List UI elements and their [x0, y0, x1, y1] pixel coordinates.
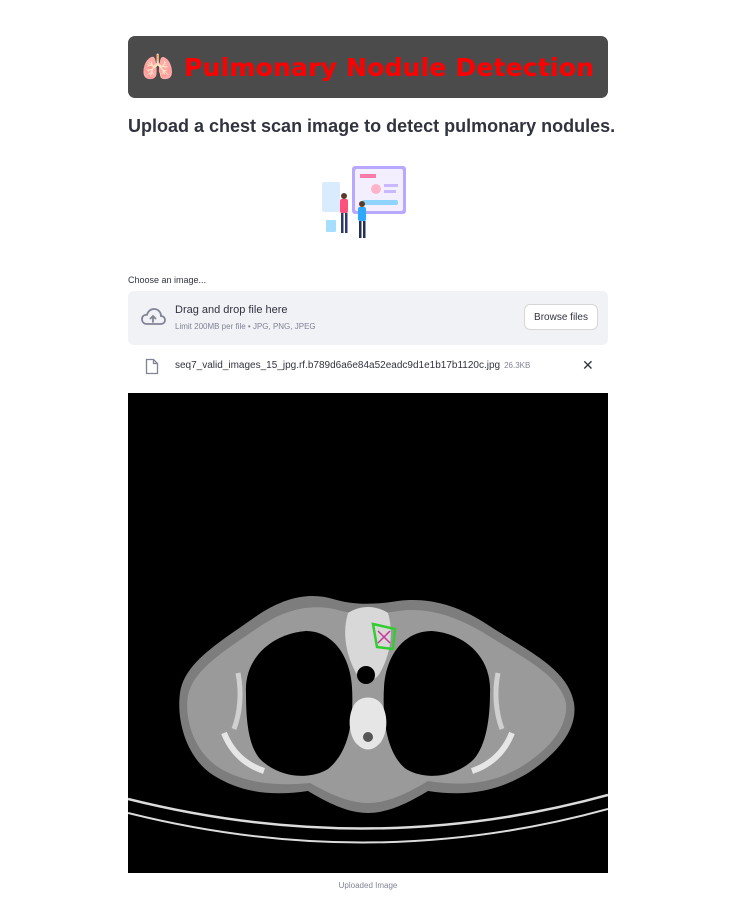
file-dropzone[interactable]: Drag and drop file here Limit 200MB per … — [128, 291, 608, 345]
page-title: Pulmonary Nodule Detection — [184, 52, 595, 82]
file-size: 26.3KB — [504, 361, 531, 370]
image-caption: Uploaded Image — [338, 881, 398, 890]
browse-files-button[interactable]: Browse files — [524, 304, 598, 330]
cloud-upload-icon — [140, 306, 166, 330]
uploaded-file-row: seq7_valid_images_15_jpg.rf.b789d6a6e84a… — [128, 356, 608, 378]
uploaded-file-name: seq7_valid_images_15_jpg.rf.b789d6a6e84a… — [175, 360, 530, 371]
uploader-label: Choose an image... — [128, 275, 207, 285]
dropzone-limit: Limit 200MB per file • JPG, PNG, JPEG — [175, 322, 316, 331]
lungs-icon: 🫁 — [141, 52, 175, 82]
doctors-illustration — [318, 160, 418, 242]
file-icon — [145, 358, 159, 375]
app-title-bar: 🫁 Pulmonary Nodule Detection — [128, 36, 608, 98]
dropzone-title: Drag and drop file here — [175, 304, 288, 316]
page-subtitle: Upload a chest scan image to detect pulm… — [128, 116, 616, 136]
close-icon[interactable]: ✕ — [582, 358, 594, 372]
file-name-text: seq7_valid_images_15_jpg.rf.b789d6a6e84a… — [175, 360, 501, 371]
uploaded-image — [127, 393, 609, 873]
